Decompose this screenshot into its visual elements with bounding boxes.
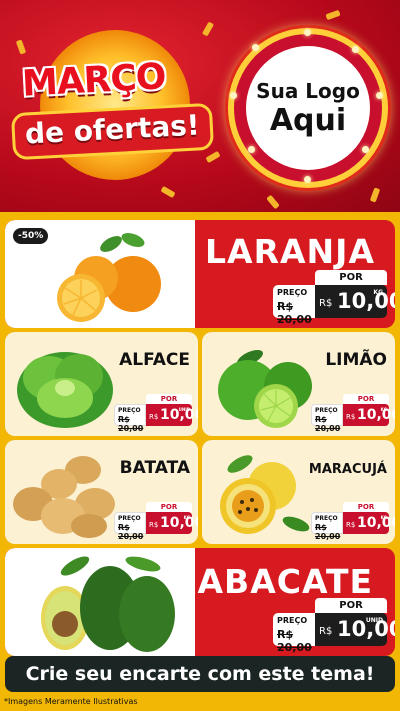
title-line-2: de ofertas!	[24, 108, 201, 151]
price-tag: POR PREÇO R$ 20,00 R$ 10,00 KG	[311, 502, 395, 541]
currency: R$	[319, 626, 333, 637]
currency: R$	[346, 521, 356, 529]
confetti	[160, 185, 176, 199]
confetti	[266, 194, 280, 210]
unit: UNID	[178, 407, 190, 412]
logo-circle: Sua Logo Aqui	[246, 46, 370, 170]
avocado-image	[41, 556, 175, 652]
disclaimer-text: *Imagens Meramente Ilustrativas	[4, 697, 138, 706]
product-card-abacate: ABACATE POR PREÇO R$ 20,00 R$ 10,00 UNID	[5, 548, 395, 656]
product-name: BATATA	[119, 458, 190, 478]
title-line-1: MARÇO	[21, 56, 167, 105]
old-price: R$ 20,00	[118, 415, 144, 433]
price-tag: POR PREÇO R$ 20,00 R$ 10,00 KG	[311, 394, 395, 433]
old-price: R$ 20,00	[315, 523, 341, 541]
orange-image	[57, 233, 161, 322]
new-price-box: R$ 10,00 KG	[315, 285, 395, 318]
logo-text-line-1: Sua Logo	[256, 78, 360, 103]
preco-label: PREÇO	[118, 407, 141, 414]
product-name: LIMÃO	[325, 350, 387, 370]
confetti	[15, 39, 27, 55]
price-tag: POR PREÇO R$ 20,00 R$ 10,00 KG	[114, 502, 198, 541]
old-price: R$ 20,00	[315, 415, 341, 433]
por-label: POR	[315, 598, 387, 613]
cta-banner[interactable]: Crie seu encarte com este tema!	[5, 656, 395, 692]
unit: KG	[373, 289, 383, 296]
currency: R$	[149, 521, 159, 529]
preco-label: PREÇO	[315, 407, 338, 414]
preco-label: PREÇO	[118, 515, 141, 522]
product-card-maracuja: MARACUJÁ POR PREÇO R$ 20,00 R$ 10,00 KG	[202, 440, 395, 544]
old-price-box: PREÇO R$ 20,00	[311, 512, 343, 541]
passion-fruit-image	[220, 455, 310, 534]
new-price-box: R$ 10,00 UNID	[146, 404, 198, 426]
price-tag: POR PREÇO R$ 20,00 R$ 10,00 UNID	[273, 598, 395, 654]
product-name: MARACUJÁ	[308, 462, 387, 477]
currency: R$	[319, 298, 333, 309]
lettuce-image	[17, 352, 113, 428]
price: 10,00	[357, 407, 395, 423]
confetti	[205, 150, 221, 164]
new-price-box: R$ 10,00 UNID	[315, 613, 395, 646]
preco-label: PREÇO	[315, 515, 338, 522]
product-name: ALFACE	[119, 350, 190, 370]
product-name: ABACATE	[197, 562, 373, 601]
old-price-box: PREÇO R$ 20,00	[311, 404, 343, 433]
potato-image	[13, 456, 115, 538]
confetti	[201, 21, 215, 37]
new-price-box: R$ 10,00 KG	[343, 404, 395, 426]
old-price-box: PREÇO R$ 20,00	[114, 512, 146, 541]
product-card-alface: ALFACE POR PREÇO R$ 20,00 R$ 10,00 UNID	[5, 332, 198, 436]
unit: KG	[380, 515, 387, 520]
preco-label: PREÇO	[277, 288, 308, 297]
logo-placeholder: Sua Logo Aqui	[228, 28, 388, 188]
old-price: R$ 20,00	[277, 628, 312, 654]
confetti	[369, 187, 381, 203]
por-label: POR	[343, 394, 389, 404]
old-price: R$ 20,00	[118, 523, 144, 541]
price: 10,00	[160, 515, 198, 531]
currency: R$	[149, 413, 159, 421]
title-line-2-box: de ofertas!	[10, 102, 214, 161]
unit: UNID	[365, 617, 383, 624]
por-label: POR	[343, 502, 389, 512]
currency: R$	[346, 413, 356, 421]
old-price-box: PREÇO R$ 20,00	[114, 404, 146, 433]
product-card-batata: BATATA POR PREÇO R$ 20,00 R$ 10,00 KG	[5, 440, 198, 544]
product-card-laranja: -50% LARANJA POR PREÇO R$ 20,00 R$ 10,00…	[5, 220, 395, 328]
new-price-box: R$ 10,00 KG	[146, 512, 198, 534]
por-label: POR	[146, 502, 192, 512]
por-label: POR	[146, 394, 192, 404]
price: 10,00	[337, 289, 395, 313]
product-name: LARANJA	[205, 232, 375, 271]
old-price-box: PREÇO R$ 20,00	[273, 613, 315, 654]
old-price-box: PREÇO R$ 20,00	[273, 285, 315, 326]
new-price-box: R$ 10,00 KG	[343, 512, 395, 534]
product-card-limao: LIMÃO POR PREÇO R$ 20,00 R$ 10,00 KG	[202, 332, 395, 436]
discount-badge: -50%	[13, 228, 49, 244]
preco-label: PREÇO	[277, 616, 308, 625]
old-price: R$ 20,00	[277, 300, 312, 326]
price-tag: POR PREÇO R$ 20,00 R$ 10,00 UNID	[114, 394, 198, 433]
unit: KG	[183, 515, 190, 520]
lime-image	[218, 349, 312, 428]
confetti	[325, 9, 341, 21]
price: 10,00	[357, 515, 395, 531]
header-banner: MARÇO de ofertas! Sua Logo Aqui	[0, 0, 400, 212]
por-label: POR	[315, 270, 387, 285]
logo-text-line-2: Aqui	[269, 102, 347, 138]
price-tag: POR PREÇO R$ 20,00 R$ 10,00 KG	[273, 270, 395, 326]
unit: KG	[380, 407, 387, 412]
